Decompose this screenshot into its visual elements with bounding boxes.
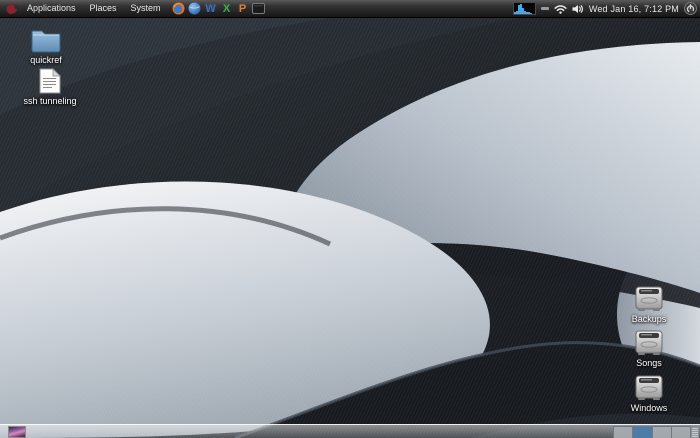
system-tray: Wed Jan 16, 7:12 PM [513,2,700,15]
icon-label: quickref [30,55,62,65]
workspace-3[interactable] [653,427,672,438]
top-panel: Applications Places System [0,0,700,18]
hard-drive-icon [633,330,665,356]
icon-label: Backups [632,314,667,324]
desktop-screen: Applications Places System [0,0,700,438]
folder-icon [30,27,62,53]
icon-label: ssh tunneling [23,96,76,106]
bottom-panel [0,424,700,438]
excel-launcher-icon[interactable]: X [220,2,234,16]
desktop-drive-backups[interactable]: Backups [616,286,682,324]
clock[interactable]: Wed Jan 16, 7:12 PM [589,4,679,14]
distro-menu-apple-icon[interactable] [4,2,18,16]
workspace-1[interactable] [614,427,633,438]
icon-label: Songs [636,358,662,368]
icon-label: Windows [631,403,668,413]
desktop-wallpaper [0,0,700,438]
notification-area-icon[interactable] [541,7,549,10]
menu-places[interactable]: Places [83,0,124,17]
workspace-4[interactable] [672,427,690,438]
desktop-icon-ssh-tunneling[interactable]: ssh tunneling [17,68,83,106]
desktop-drive-songs[interactable]: Songs [616,330,682,368]
volume-icon[interactable] [572,4,584,14]
desktop-drive-windows[interactable]: Windows [616,375,682,413]
powerpoint-launcher-icon[interactable]: P [236,2,250,16]
menu-system[interactable]: System [124,0,168,17]
hard-drive-icon [633,375,665,401]
desktop-icon-quickref[interactable]: quickref [13,27,79,65]
hard-drive-icon [633,286,665,312]
workspace-2[interactable] [633,427,652,438]
panel-drag-handle[interactable] [691,427,699,438]
word-launcher-icon[interactable]: W [204,2,218,16]
launcher-bar: W X P [172,2,266,16]
wifi-icon[interactable] [554,4,567,14]
firefox-launcher-icon[interactable] [172,2,186,16]
web-browser-globe-icon[interactable] [188,2,202,16]
terminal-launcher-icon[interactable] [252,2,266,16]
workspace-switcher[interactable] [613,426,691,438]
show-desktop-button[interactable] [8,426,26,438]
cpu-monitor-applet[interactable] [513,2,536,15]
power-button-icon[interactable] [684,2,697,15]
menu-applications[interactable]: Applications [20,0,83,17]
text-file-icon [39,68,61,94]
